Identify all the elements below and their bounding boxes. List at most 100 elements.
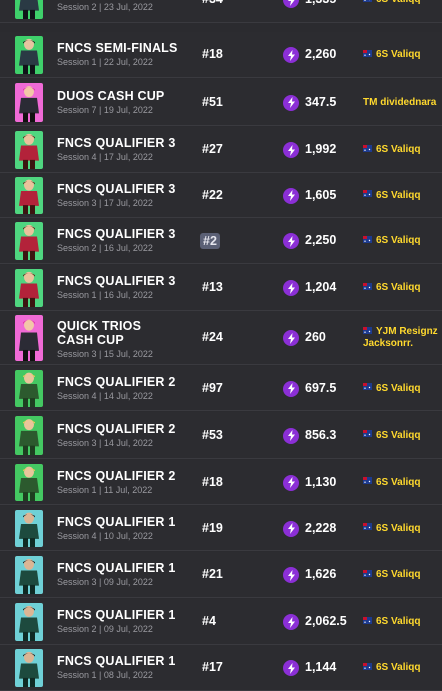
flag-icon: [363, 283, 372, 290]
event-name: FNCS QUALIFIER 3: [57, 274, 175, 288]
team-member-name: YJM Resignz: [376, 326, 438, 337]
lightning-bolt-icon: [283, 381, 299, 397]
event-session: Session 3 | 17 Jul, 2022: [57, 198, 153, 208]
event-session: Session 4 | 14 Jul, 2022: [57, 391, 153, 401]
outfit-thumbnail: [15, 370, 43, 407]
event-name: FNCS QUALIFIER 3: [57, 227, 175, 241]
team-member[interactable]: YJM Resignz: [363, 326, 438, 338]
event-session: Session 4 | 10 Jul, 2022: [57, 531, 153, 541]
team-members[interactable]: 6S Valiqq: [363, 430, 420, 442]
team-member[interactable]: 6S Valiqq: [363, 383, 420, 395]
lightning-bolt-icon: [283, 330, 299, 346]
event-row[interactable]: FNCS QUALIFIER 2Session 1 | 11 Jul, 2022…: [0, 460, 442, 505]
team-members[interactable]: 6S Valiqq: [363, 144, 420, 156]
placement-rank: #53: [202, 428, 223, 442]
event-session: Session 2 | 23 Jul, 2022: [57, 2, 153, 12]
team-member[interactable]: 6S Valiqq: [363, 430, 420, 442]
event-row[interactable]: DUOS CASH CUPSession 7 | 19 Jul, 2022#51…: [0, 79, 442, 126]
team-members[interactable]: 6S Valiqq: [363, 569, 420, 581]
event-name: FNCS QUALIFIER 1: [57, 608, 175, 622]
event-session: Session 1 | 22 Jul, 2022: [57, 57, 153, 67]
event-row[interactable]: QUICK TRIOS CASH CUPSession 3 | 15 Jul, …: [0, 311, 442, 365]
event-row[interactable]: FNCS QUALIFIER 1 Session 4 | 10 Jul, 2022…: [0, 506, 442, 551]
team-member-name: 6S Valiqq: [376, 662, 420, 673]
points-value: 697.5: [305, 381, 336, 395]
team-member-name: 6S Valiqq: [376, 616, 420, 627]
event-name: FNCS QUALIFIER 1: [57, 515, 175, 529]
team-member[interactable]: 6S Valiqq: [363, 523, 420, 535]
event-row[interactable]: FNCS QUALIFIER 1Session 3 | 09 Jul, 2022…: [0, 552, 442, 598]
lightning-bolt-icon: [283, 233, 299, 249]
event-session: Session 1 | 08 Jul, 2022: [57, 670, 153, 680]
team-members[interactable]: 6S Valiqq: [363, 282, 420, 294]
team-members[interactable]: YJM ResignzJacksonrr.: [363, 326, 438, 350]
outfit-thumbnail: [15, 83, 43, 122]
flag-icon: [363, 430, 372, 437]
team-member-name: 6S Valiqq: [376, 383, 420, 394]
event-session: Session 1 | 11 Jul, 2022: [57, 485, 152, 495]
team-members[interactable]: TM dividednara: [363, 97, 436, 109]
flag-icon: [363, 477, 372, 484]
placement-rank: #18: [202, 475, 223, 489]
team-member-name: Jacksonrr.: [363, 338, 413, 349]
lightning-bolt-icon: [283, 142, 299, 158]
team-members[interactable]: 6S Valiqq: [363, 49, 420, 61]
event-row[interactable]: FNCS QUALIFIER 2 Session 3 | 14 Jul, 2022…: [0, 412, 442, 459]
outfit-thumbnail: [15, 36, 43, 74]
team-member[interactable]: 6S Valiqq: [363, 49, 420, 61]
team-member-name: 6S Valiqq: [376, 477, 420, 488]
flag-icon: [363, 145, 372, 152]
points-value: 1,130: [305, 475, 336, 489]
team-member[interactable]: 6S Valiqq: [363, 144, 420, 156]
event-row[interactable]: FNCS QUALIFIER 3Session 2 | 16 Jul, 2022…: [0, 218, 442, 264]
flag-icon: [363, 327, 372, 334]
team-member[interactable]: 6S Valiqq: [363, 235, 420, 247]
event-row[interactable]: FNCS QUALIFIER 3Session 3 | 17 Jul, 2022…: [0, 173, 442, 218]
outfit-thumbnail: [15, 0, 43, 19]
outfit-thumbnail: [15, 315, 43, 361]
outfit-thumbnail: [15, 222, 43, 260]
points-value: 1,335: [305, 0, 336, 6]
placement-rank: #22: [202, 188, 223, 202]
team-member[interactable]: Jacksonrr.: [363, 338, 438, 350]
team-members[interactable]: 6S Valiqq: [363, 477, 420, 489]
placement-rank: #27: [202, 142, 223, 156]
team-member[interactable]: 6S Valiqq: [363, 190, 420, 202]
points-value: 1,605: [305, 188, 336, 202]
event-row[interactable]: FNCS QUALIFIER 3 Session 1 | 16 Jul, 2022…: [0, 265, 442, 311]
team-member[interactable]: 6S Valiqq: [363, 282, 420, 294]
team-member[interactable]: 6S Valiqq: [363, 616, 420, 628]
flag-icon: [363, 190, 372, 197]
event-session: Session 3 | 14 Jul, 2022: [57, 438, 153, 448]
team-members[interactable]: 6S Valiqq: [363, 190, 420, 202]
team-member[interactable]: 6S Valiqq: [363, 477, 420, 489]
event-name: FNCS QUALIFIER 1: [57, 561, 175, 575]
event-name: FNCS QUALIFIER 1: [57, 654, 175, 668]
team-members[interactable]: 6S Valiqq: [363, 0, 420, 6]
event-row[interactable]: FNCS QUALIFIER 1 Session 1 | 08 Jul, 2022…: [0, 645, 442, 691]
team-member[interactable]: 6S Valiqq: [363, 662, 420, 674]
event-row[interactable]: FNCS QUALIFIER 3Session 4 | 17 Jul, 2022…: [0, 127, 442, 173]
team-member[interactable]: 6S Valiqq: [363, 569, 420, 581]
team-members[interactable]: 6S Valiqq: [363, 662, 420, 674]
outfit-thumbnail: [15, 603, 43, 641]
placement-rank: #2: [200, 233, 220, 249]
outfit-thumbnail: [15, 556, 43, 594]
flag-icon: [363, 50, 372, 57]
event-row[interactable]: FNCS QUALIFIER 1Session 2 | 09 Jul, 2022…: [0, 599, 442, 645]
event-row[interactable]: FNCS SEMI-FINALSSession 2 | 23 Jul, 2022…: [0, 0, 442, 23]
event-history-list: FNCS SEMI-FINALSSession 2 | 23 Jul, 2022…: [0, 0, 442, 680]
team-members[interactable]: 6S Valiqq: [363, 235, 420, 247]
team-member[interactable]: TM dividednara: [363, 97, 436, 109]
event-name: FNCS QUALIFIER 2: [57, 422, 175, 436]
team-members[interactable]: 6S Valiqq: [363, 616, 420, 628]
event-row[interactable]: FNCS QUALIFIER 2Session 4 | 14 Jul, 2022…: [0, 366, 442, 411]
event-row[interactable]: FNCS SEMI-FINALSSession 1 | 22 Jul, 2022…: [0, 32, 442, 78]
points-value: 2,062.5: [305, 614, 347, 628]
team-member[interactable]: 6S Valiqq: [363, 0, 420, 6]
team-members[interactable]: 6S Valiqq: [363, 383, 420, 395]
team-member-name: 6S Valiqq: [376, 430, 420, 441]
team-member-name: 6S Valiqq: [376, 569, 420, 580]
team-members[interactable]: 6S Valiqq: [363, 523, 420, 535]
event-session: Session 1 | 16 Jul, 2022: [57, 290, 153, 300]
